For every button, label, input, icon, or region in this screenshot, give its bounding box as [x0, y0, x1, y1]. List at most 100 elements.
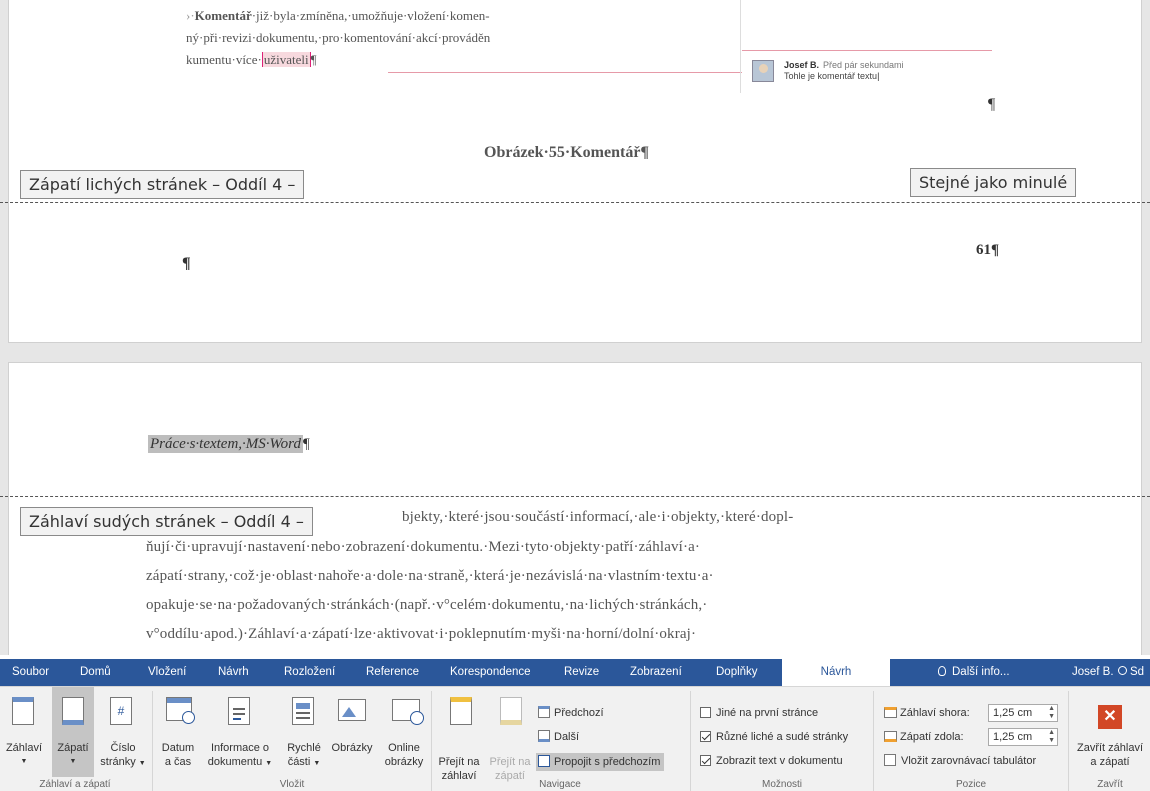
group-separator [1068, 691, 1069, 791]
spin-arrows-icon[interactable]: ▲ ▼ [1048, 705, 1055, 721]
header-from-top-label: Záhlaví shora: [884, 705, 970, 721]
body-text-line[interactable]: bjekty,·které·jsou·součástí·informací,·a… [402, 509, 793, 526]
body-text-line[interactable]: zápatí·strany,·což·je·oblast·nahoře·a·do… [146, 568, 714, 585]
header-from-top-input[interactable]: 1,25 cm ▲ ▼ [988, 704, 1058, 722]
footer-from-bottom-input[interactable]: 1,25 cm ▲ ▼ [988, 728, 1058, 746]
checkbox-checked[interactable] [700, 755, 711, 766]
checkbox-unchecked[interactable] [700, 707, 711, 718]
lightbulb-icon [938, 666, 946, 676]
pilcrow: ¶ [182, 255, 191, 272]
body-text-line[interactable]: ňují·či·upravují·nastavení·nebo·zobrazen… [146, 539, 700, 556]
footer-from-bottom-label: Zápatí zdola: [884, 729, 964, 745]
globe-icon [410, 711, 424, 725]
tab-zobrazeni[interactable]: Zobrazení [630, 659, 682, 686]
tab-rozlozeni[interactable]: Rozložení [284, 659, 335, 686]
close-icon: ✕ [1098, 705, 1122, 729]
next-section-icon [538, 730, 550, 742]
group-separator [152, 691, 153, 791]
online-picture-icon [392, 699, 424, 725]
document-area[interactable]: ›·Komentář·již·byla·zmíněna,·umožňuje·vl… [0, 0, 1150, 655]
quick-parts-icon [292, 697, 314, 725]
share-button[interactable]: Sd [1118, 659, 1144, 686]
dropdown-arrow-icon: ▼ [265, 760, 273, 767]
footer-boundary [0, 202, 1150, 203]
commented-text[interactable]: uživateli [261, 52, 311, 67]
figure-caption: Obrázek·55·Komentář¶ [484, 144, 650, 161]
avatar [752, 60, 774, 82]
body-text-line[interactable]: opakuje·se·na·požadovaných·stránkách·(na… [146, 597, 707, 614]
dalsi-button[interactable]: Další [538, 729, 579, 745]
comment-author: Josef B. [784, 60, 820, 70]
insert-alignment-tab-button[interactable]: Vložit zarovnávací tabulátor [884, 753, 1036, 769]
go-to-footer-icon [500, 697, 522, 725]
header-boundary [0, 496, 1150, 497]
footer-icon [62, 697, 84, 725]
body-text-line[interactable]: ›·Komentář·již·byla·zmíněna,·umožňuje·vl… [186, 8, 490, 24]
tell-me-search[interactable]: Další info... [938, 659, 1010, 686]
group-label-position: Pozice [955, 779, 986, 790]
body-text-line[interactable]: v°oddílu·apod.)·Záhlaví·a·zápatí·lze·akt… [146, 626, 696, 643]
footer-odd-label: Zápatí lichých stránek – Oddíl 4 – [20, 170, 305, 199]
spin-arrows-icon[interactable]: ▲ ▼ [1048, 729, 1055, 745]
pilcrow: ¶ [988, 96, 996, 113]
comment-top-line [742, 50, 992, 51]
comment-connector [388, 72, 742, 73]
group-label-close: Zavřít [1097, 779, 1123, 790]
group-separator [690, 691, 691, 791]
comment-pane-border [740, 0, 741, 93]
predchozi-button[interactable]: Předchozí [538, 705, 604, 721]
ribbon: Záhlaví ▼ Zápatí ▼ # Číslo stránky ▼ Záh… [0, 686, 1150, 791]
header-icon [12, 697, 34, 725]
header-position-icon [884, 707, 897, 718]
bold-term: Komentář [194, 8, 252, 23]
tab-korespondence[interactable]: Korespondence [450, 659, 531, 686]
document-info-icon [228, 697, 250, 725]
selected-header-text: Práce·s·textem,·MS·Word [148, 435, 303, 453]
footer-position-icon [884, 731, 897, 742]
user-name[interactable]: Josef B. [1072, 659, 1114, 686]
same-as-previous-label: Stejné jako minulé [910, 168, 1077, 197]
tab-reference[interactable]: Reference [366, 659, 419, 686]
group-label-header-footer: Záhlaví a zápatí [39, 779, 111, 790]
alignment-tab-icon [884, 754, 896, 766]
dropdown-arrow-icon: ▼ [313, 760, 321, 767]
header-even-label: Záhlaví sudých stránek – Oddíl 4 – [20, 507, 313, 536]
option-show-document-text[interactable]: Zobrazit text v dokumentu [700, 753, 843, 769]
clock-icon [182, 711, 195, 724]
group-label-options: Možnosti [761, 779, 802, 790]
tab-navrh-active[interactable]: Návrh [782, 659, 890, 686]
tab-navrh[interactable]: Návrh [218, 659, 249, 686]
page-number-icon: # [110, 697, 132, 725]
option-different-odd-even[interactable]: Různé liché a sudé stránky [700, 729, 848, 745]
option-different-first-page[interactable]: Jiné na první stránce [700, 705, 818, 721]
propojit-s-predchozim-button[interactable]: Propojit s předchozím [536, 753, 665, 771]
tab-doplnky[interactable]: Doplňky [716, 659, 758, 686]
calendar-icon [166, 697, 195, 724]
link-to-previous-icon [538, 755, 550, 767]
group-label-navigation: Navigace [539, 779, 581, 790]
tab-domu[interactable]: Domů [80, 659, 111, 686]
group-separator [431, 691, 432, 791]
previous-section-icon [538, 706, 550, 718]
dropdown-arrow-icon: ▼ [138, 760, 146, 767]
comment-time: Před pár sekundami [823, 60, 904, 70]
page-number[interactable]: 61¶ [976, 242, 999, 259]
tab-soubor[interactable]: Soubor [12, 659, 49, 686]
body-text-line[interactable]: ný·při·revizi·dokumentu,·pro·komentování… [186, 30, 490, 46]
dropdown-arrow-icon: ▼ [20, 758, 28, 765]
group-separator [873, 691, 874, 791]
dropdown-arrow-icon: ▼ [69, 758, 77, 765]
ribbon-tab-bar: Soubor Domů Vložení Návrh Rozložení Refe… [0, 659, 1150, 686]
go-to-header-icon [450, 697, 472, 725]
header-text[interactable]: Práce·s·textem,·MS·Word ¶ [148, 435, 310, 453]
comment-balloon[interactable]: Josef B. Před pár sekundami Tohle je kome… [744, 52, 984, 90]
comment-text[interactable]: Tohle je komentář textu| [784, 71, 879, 81]
checkbox-checked[interactable] [700, 731, 711, 742]
body-text-line[interactable]: kumentu·více· uživateli ¶ [186, 52, 316, 68]
zapati-button[interactable]: Zápatí ▼ [52, 687, 94, 777]
tab-revize[interactable]: Revize [564, 659, 599, 686]
tab-vlozeni[interactable]: Vložení [148, 659, 186, 686]
picture-icon [338, 699, 366, 721]
share-person-icon [1118, 666, 1127, 675]
group-label-insert: Vložit [279, 779, 305, 790]
